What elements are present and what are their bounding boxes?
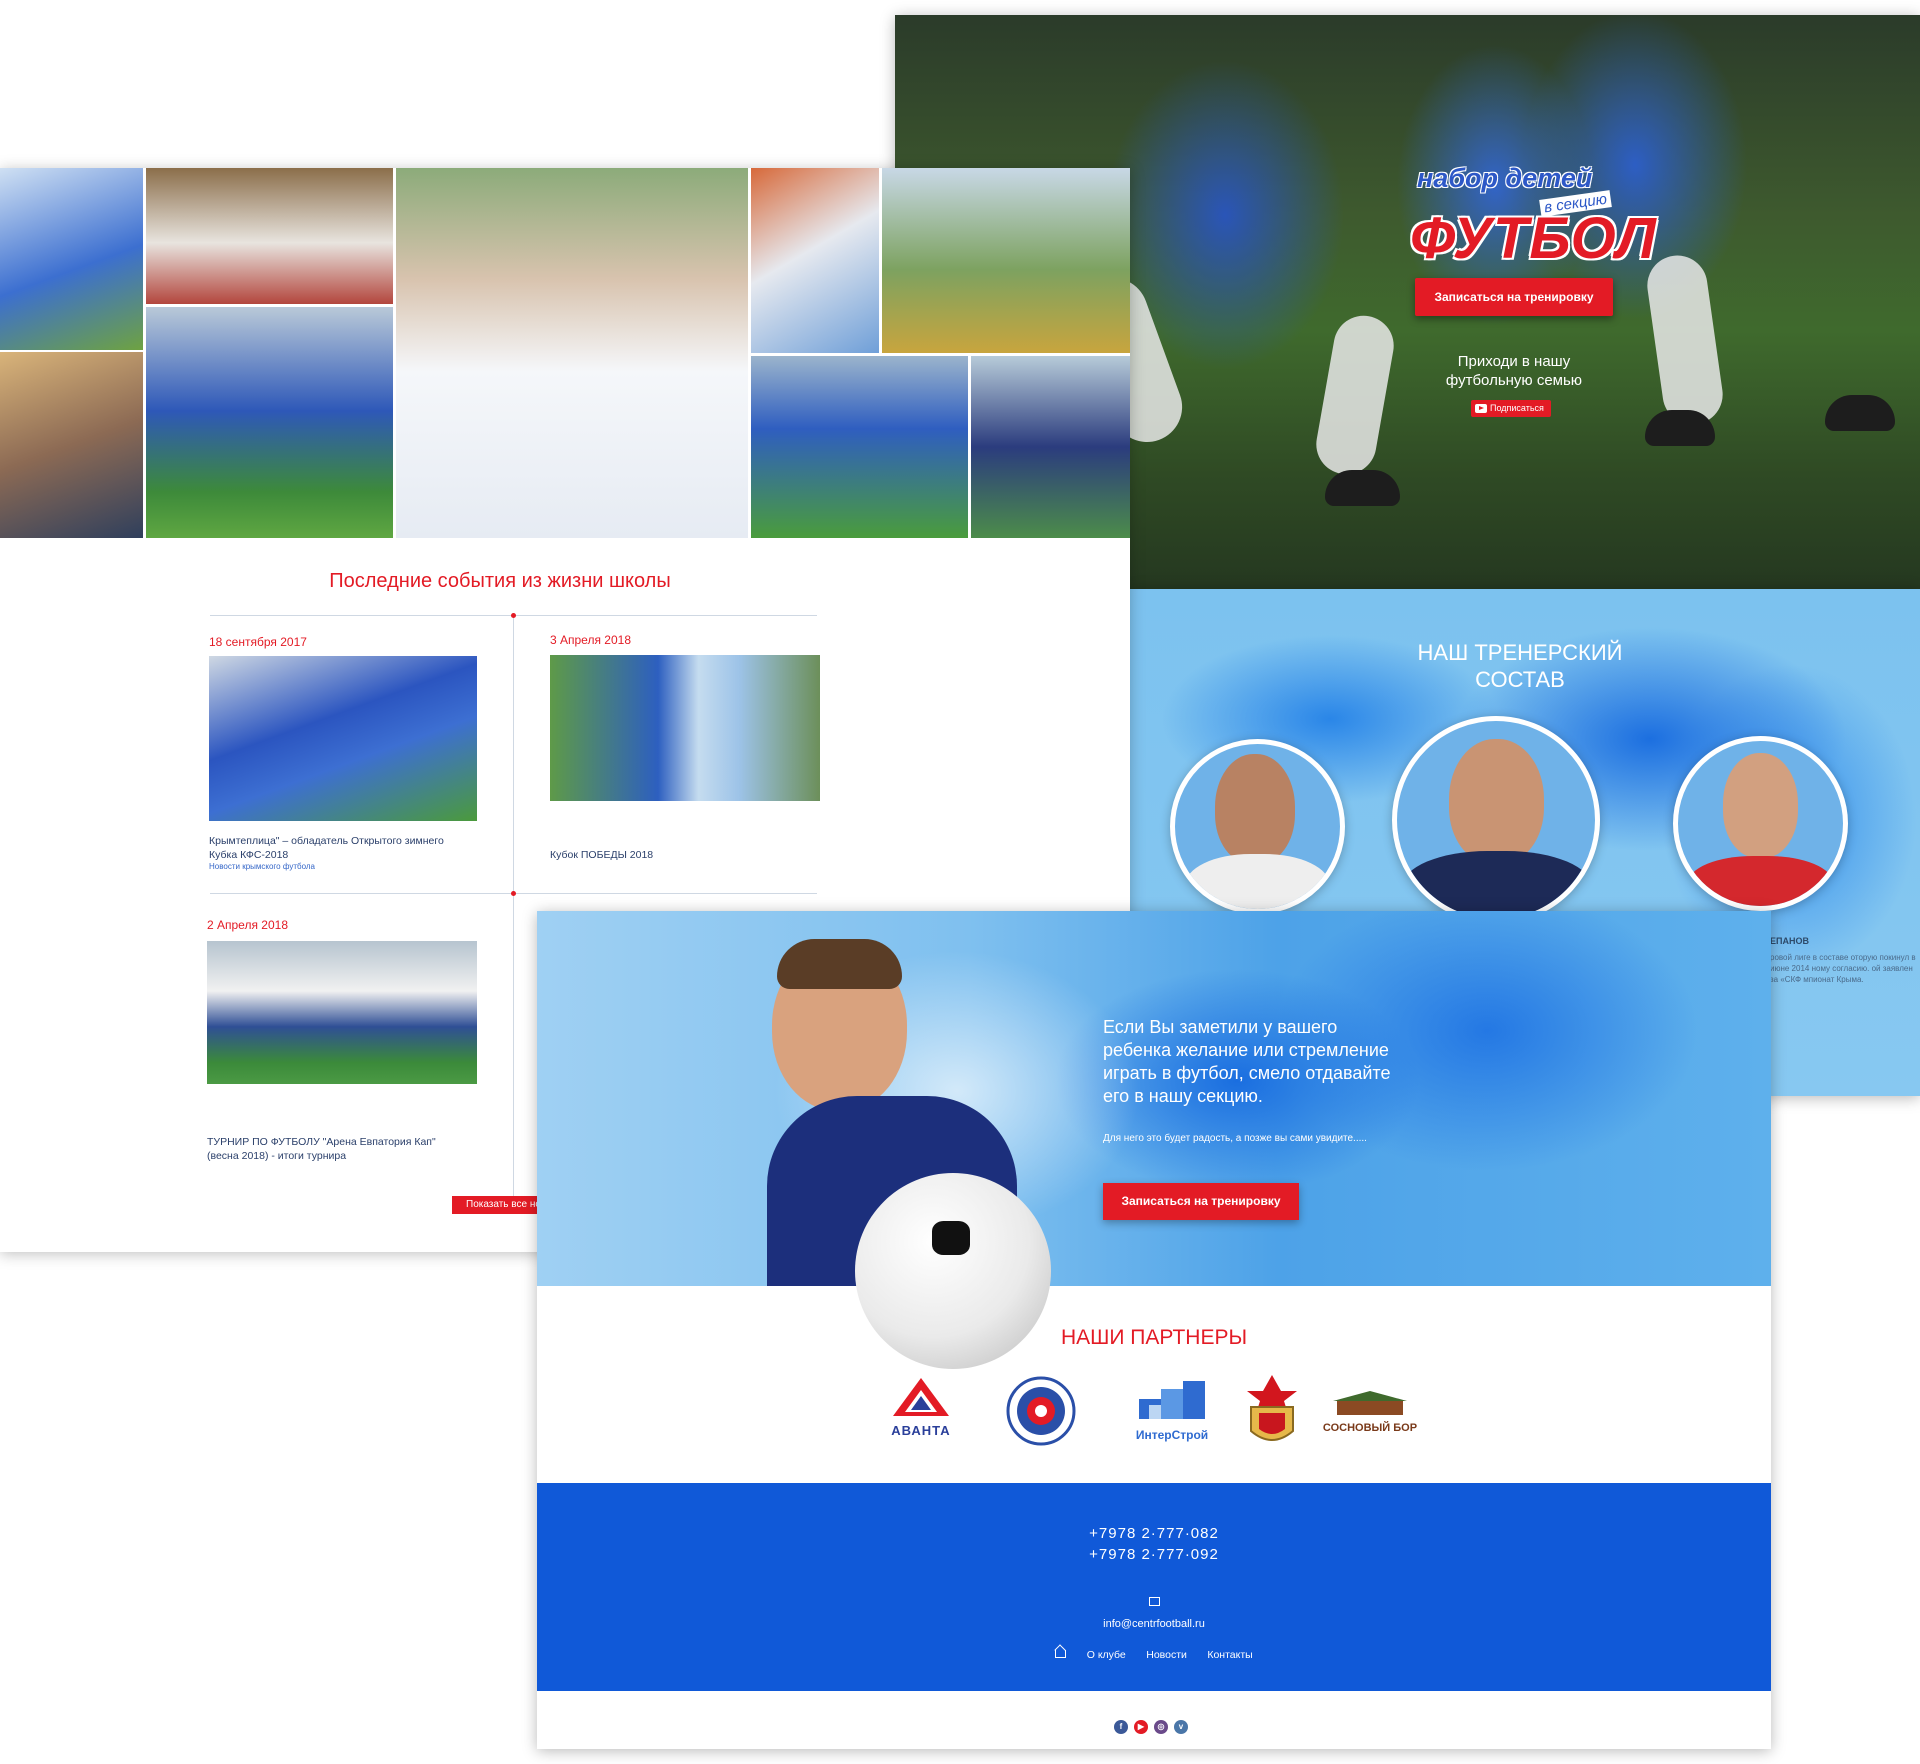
coach-photo-1[interactable] xyxy=(1170,739,1345,914)
player-leg xyxy=(1643,251,1727,429)
news-caption[interactable]: Кубок ПОБЕДЫ 2018 xyxy=(550,848,800,862)
logo-line1: набор детей xyxy=(1417,163,1593,193)
news-caption[interactable]: Крымтеплица" – обладатель Открытого зимн… xyxy=(209,834,459,862)
signup-button[interactable]: Записаться на тренировку xyxy=(1415,278,1613,316)
nav-about[interactable]: О клубе xyxy=(1087,1649,1126,1661)
coaches-title: НАШ ТРЕНЕРСКИЙ СОСТАВ xyxy=(1417,640,1623,692)
partner-cska[interactable] xyxy=(1244,1373,1300,1454)
coach-head xyxy=(1449,739,1544,864)
coach-photo-3[interactable] xyxy=(1673,736,1848,911)
promo-banner: Если Вы заметили у вашего ребенка желани… xyxy=(537,911,1771,1369)
partner-interstroy[interactable]: ИнтерСтрой xyxy=(1125,1379,1219,1442)
collage-photo xyxy=(146,168,393,304)
player-boot xyxy=(1825,395,1895,431)
partners-title: НАШИ ПАРТНЕРЫ xyxy=(1060,1326,1248,1349)
news-section-title: Последние события из жизни школы xyxy=(329,570,671,592)
bottom-panel: Если Вы заметили у вашего ребенка желани… xyxy=(537,911,1771,1749)
nav-contacts[interactable]: Контакты xyxy=(1207,1649,1252,1661)
collage-photo xyxy=(882,168,1130,353)
subscribe-label: Подписаться xyxy=(1490,403,1544,413)
player-leg xyxy=(1311,311,1399,479)
collage-photo xyxy=(751,356,968,538)
home-icon[interactable] xyxy=(1055,1649,1067,1658)
collage-photo xyxy=(0,352,143,538)
news-caption[interactable]: ТУРНИР ПО ФУТБОЛУ "Арена Евпатория Кап" … xyxy=(207,1135,467,1163)
partner-avanta-name: АВАНТА xyxy=(891,1423,951,1438)
collage-photo xyxy=(971,356,1130,538)
timeline-line xyxy=(513,618,514,1208)
coach-head xyxy=(1215,754,1295,864)
social-links: f ▶ ◎ v xyxy=(1111,1716,1197,1734)
logo-football: ФУТБОЛ xyxy=(1410,206,1657,271)
coach-name: ЕПАНОВ xyxy=(1770,936,1809,946)
news-category[interactable]: Новости крымского футбола xyxy=(209,862,315,871)
banner-subtext: Для него это будет радость, а позже вы с… xyxy=(1103,1133,1367,1144)
partner-interstroy-name: ИнтерСтрой xyxy=(1135,1428,1209,1442)
ball-patch xyxy=(932,1221,970,1255)
footer: +7978 2·777·082 +7978 2·777·092 info@cen… xyxy=(537,1483,1771,1691)
avanta-logo-icon xyxy=(893,1378,949,1416)
facebook-icon[interactable]: f xyxy=(1114,1720,1128,1734)
timeline-dot xyxy=(511,891,516,896)
hero-tagline: Приходи в нашу футбольную семью xyxy=(1445,353,1583,389)
vk-icon[interactable]: v xyxy=(1174,1720,1188,1734)
coach-shirt xyxy=(1688,856,1833,906)
banner-signup-button[interactable]: Записаться на тренировку xyxy=(1103,1183,1299,1220)
news-date: 2 Апреля 2018 xyxy=(207,918,288,932)
partner-sosnovy-bor[interactable]: СОСНОВЫЙ БОР xyxy=(1315,1391,1425,1434)
news-image[interactable] xyxy=(550,655,820,801)
footer-phone-1[interactable]: +7978 2·777·082 xyxy=(537,1525,1771,1542)
partner-avanta[interactable]: АВАНТА xyxy=(880,1376,962,1438)
collage-photo xyxy=(0,168,143,350)
player-boot xyxy=(1325,470,1400,506)
mail-icon xyxy=(1149,1597,1160,1606)
footer-email[interactable]: info@centrfootball.ru xyxy=(537,1618,1771,1630)
instagram-icon[interactable]: ◎ xyxy=(1154,1720,1168,1734)
cska-shield-icon xyxy=(1247,1375,1297,1441)
child-hair xyxy=(777,939,902,989)
interstroy-logo-icon xyxy=(1139,1381,1205,1419)
coach-photo-2[interactable] xyxy=(1392,716,1600,924)
collage-photo xyxy=(751,168,879,353)
nav-news[interactable]: Новости xyxy=(1146,1649,1187,1661)
footer-phone-2[interactable]: +7978 2·777·092 xyxy=(537,1546,1771,1563)
subscribe-button[interactable]: Подписаться xyxy=(1471,400,1551,417)
coach-head xyxy=(1723,753,1798,858)
coach-shirt xyxy=(1185,854,1330,909)
partner-football-federation[interactable] xyxy=(1006,1376,1076,1451)
news-date: 3 Апреля 2018 xyxy=(550,633,631,647)
coach-bio: ровой лиге в составе оторую покинул в ию… xyxy=(1770,953,1916,984)
youtube-icon[interactable]: ▶ xyxy=(1134,1720,1148,1734)
youtube-icon xyxy=(1475,404,1487,413)
news-image[interactable] xyxy=(209,656,477,821)
sosnovy-bor-logo-icon xyxy=(1333,1391,1407,1415)
news-image[interactable] xyxy=(207,941,477,1084)
federation-emblem-icon xyxy=(1006,1376,1076,1446)
player-boot xyxy=(1645,410,1715,446)
news-date: 18 сентября 2017 xyxy=(209,635,307,649)
partner-sosnovy-bor-name: СОСНОВЫЙ БОР xyxy=(1322,1422,1418,1434)
collage-photo xyxy=(396,168,748,538)
banner-headline: Если Вы заметили у вашего ребенка желани… xyxy=(1103,1017,1391,1106)
collage-photo xyxy=(146,307,393,538)
footer-nav: О клубе Новости Контакты xyxy=(537,1645,1771,1663)
